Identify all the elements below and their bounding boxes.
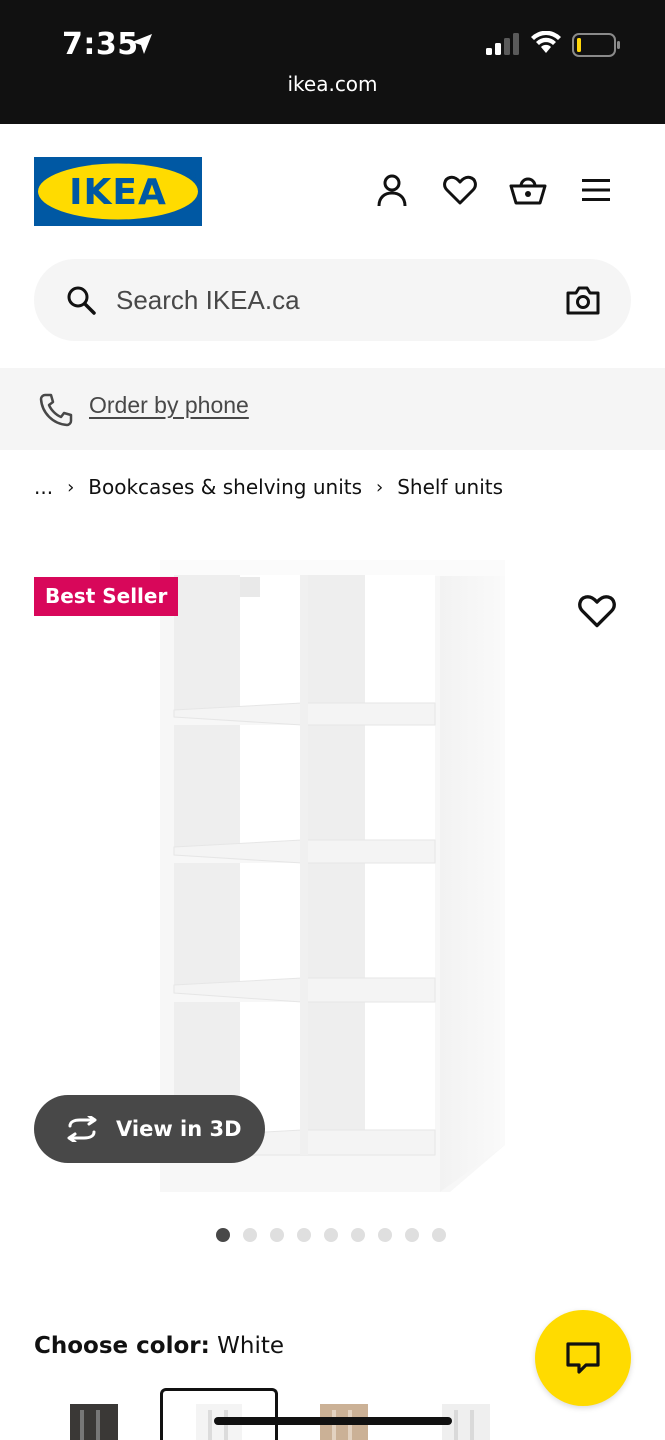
order-by-phone-strip: Order by phone [0, 368, 665, 450]
order-by-phone-link[interactable]: Order by phone [89, 392, 249, 419]
view-in-3d-label: View in 3D [116, 1117, 242, 1141]
ikea-logo[interactable]: IKEA ® [34, 157, 202, 226]
view-in-3d-button[interactable]: View in 3D [34, 1095, 265, 1163]
menu-icon [582, 179, 610, 201]
chevron-right-icon: › [376, 476, 384, 498]
account-icon [377, 174, 407, 207]
chat-button[interactable] [535, 1310, 631, 1406]
menu-button[interactable] [576, 170, 616, 210]
color-swatch-row [60, 1388, 520, 1440]
carousel-dot[interactable] [324, 1228, 338, 1242]
home-indicator[interactable] [214, 1417, 452, 1425]
camera-icon[interactable] [566, 285, 600, 315]
best-seller-badge: Best Seller [34, 577, 179, 616]
color-chooser-label: Choose color: [34, 1333, 210, 1359]
carousel-dot[interactable] [270, 1228, 284, 1242]
carousel-dot[interactable] [297, 1228, 311, 1242]
wifi-icon [531, 31, 561, 53]
search-bar[interactable] [34, 259, 631, 341]
search-input[interactable] [116, 279, 536, 321]
breadcrumb-ellipsis[interactable]: ... [34, 475, 53, 499]
color-swatch-black-brown[interactable] [68, 1400, 128, 1440]
carousel-dot[interactable] [405, 1228, 419, 1242]
phone-icon [39, 393, 73, 427]
favourites-button[interactable] [440, 170, 480, 210]
carousel-dot[interactable] [216, 1228, 230, 1242]
carousel-dot[interactable] [432, 1228, 446, 1242]
add-to-favourites-icon[interactable] [578, 592, 616, 630]
chat-icon [566, 1342, 600, 1374]
search-icon [67, 286, 96, 315]
heart-icon [443, 175, 477, 205]
basket-icon [509, 177, 547, 205]
breadcrumb: ... › Bookcases & shelving units › Shelf… [34, 473, 503, 501]
color-chooser-selected: White [217, 1333, 285, 1359]
svg-text:®: ® [189, 172, 197, 181]
url-bar[interactable]: ikea.com [0, 72, 665, 96]
carousel-dot[interactable] [351, 1228, 365, 1242]
carousel-dot[interactable] [378, 1228, 392, 1242]
carousel-dot[interactable] [243, 1228, 257, 1242]
location-arrow-icon [132, 34, 152, 54]
browser-top-bar: 7:35 ikea.com [0, 0, 665, 124]
status-time: 7:35 [62, 27, 139, 62]
signal-icon [486, 33, 519, 55]
basket-button[interactable] [508, 170, 548, 210]
account-button[interactable] [372, 170, 412, 210]
breadcrumb-item-shelf-units[interactable]: Shelf units [397, 475, 503, 499]
image-carousel-dots [216, 1228, 446, 1242]
chevron-right-icon: › [67, 476, 75, 498]
battery-icon [572, 33, 620, 57]
breadcrumb-item-bookcases[interactable]: Bookcases & shelving units [88, 475, 362, 499]
color-chooser-heading: Choose color: White [34, 1333, 284, 1359]
svg-text:IKEA: IKEA [69, 172, 167, 213]
rotate-3d-icon [67, 1116, 97, 1142]
